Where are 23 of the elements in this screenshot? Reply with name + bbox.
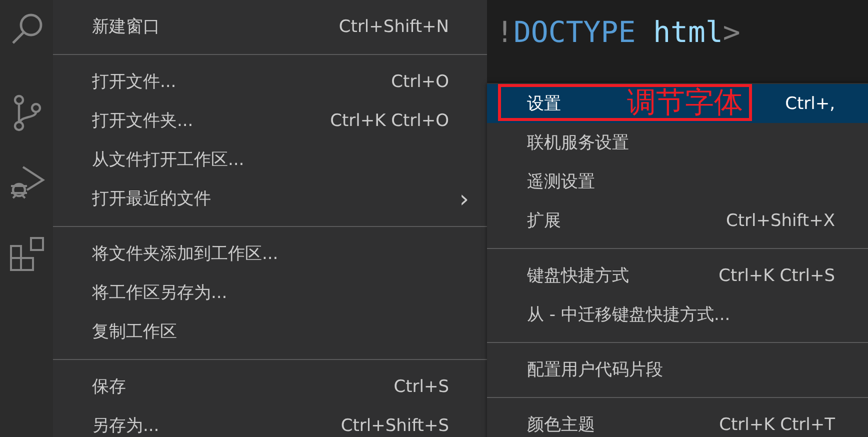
annotation-text: 调节字体	[627, 84, 743, 121]
menu-item[interactable]: 颜色主题 Ctrl+K Ctrl+T	[487, 405, 868, 437]
code-line: !DOCTYPE html>	[496, 14, 742, 51]
menu-item[interactable]: 键盘快捷方式 Ctrl+K Ctrl+S	[487, 256, 868, 295]
menu-item[interactable]: 另存为... Ctrl+Shift+S	[53, 406, 487, 437]
menu-item[interactable]: 配置用户代码片段	[487, 350, 868, 389]
extensions-icon[interactable]	[8, 236, 44, 272]
search-icon[interactable]	[10, 12, 44, 46]
menu-item[interactable]: 联机服务设置	[487, 123, 868, 162]
menu-item[interactable]: 保存 Ctrl+S	[53, 367, 487, 406]
menu-item[interactable]: 遥测设置	[487, 162, 868, 201]
run-debug-icon[interactable]	[8, 164, 44, 200]
source-control-icon[interactable]	[12, 94, 42, 132]
menu-item[interactable]: 从 - 中迁移键盘快捷方式...	[487, 295, 868, 334]
menu-item[interactable]: 扩展 Ctrl+Shift+X	[487, 201, 868, 240]
menu-item[interactable]: 打开文件夹... Ctrl+K Ctrl+O	[53, 101, 487, 140]
menu-item[interactable]: 打开最近的文件 ›	[53, 179, 487, 218]
menu-item[interactable]: 打开文件... Ctrl+O	[53, 62, 487, 101]
menu-item[interactable]: 将文件夹添加到工作区...	[53, 234, 487, 273]
menu-item[interactable]: 从文件打开工作区...	[53, 140, 487, 179]
menu-item[interactable]: 将工作区另存为...	[53, 273, 487, 312]
menu-item[interactable]: 新建窗口 Ctrl+Shift+N	[53, 7, 487, 46]
menu-item[interactable]: 复制工作区	[53, 312, 487, 351]
